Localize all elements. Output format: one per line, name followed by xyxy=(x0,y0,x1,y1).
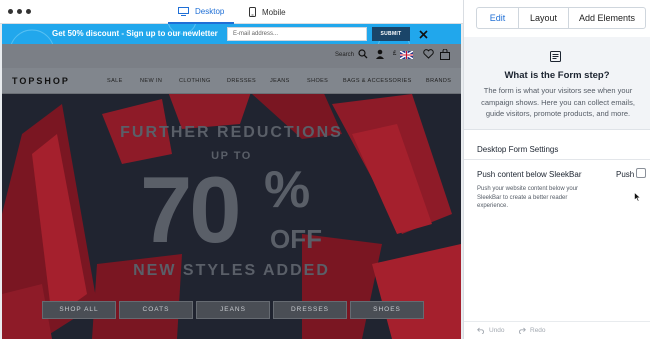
device-toolbar: Desktop Mobile xyxy=(0,0,463,24)
redo-icon xyxy=(519,327,526,334)
uk-flag-icon[interactable] xyxy=(400,51,413,59)
redo-label: Redo xyxy=(530,327,546,334)
tab-layout[interactable]: Layout xyxy=(519,8,569,28)
currency-label[interactable]: £ xyxy=(393,51,396,57)
nav-item-shoes[interactable]: SHOES xyxy=(307,78,328,84)
email-field[interactable]: E-mail address... xyxy=(227,27,367,41)
form-icon xyxy=(550,51,561,62)
topshop-logo[interactable]: TOPSHOP xyxy=(12,76,70,86)
tab-mobile-label: Mobile xyxy=(262,7,286,17)
undo-icon xyxy=(477,327,484,334)
sleekbar[interactable]: Get 50% discount - Sign up to our newlet… xyxy=(2,24,461,44)
shopping-bag-icon[interactable] xyxy=(440,49,450,60)
site-search-label: Search xyxy=(335,52,355,58)
mouse-cursor-icon xyxy=(634,192,641,202)
wishlist-heart-icon[interactable] xyxy=(423,49,434,59)
nav-item-brands[interactable]: BRANDS xyxy=(426,78,451,84)
undo-button[interactable]: Undo xyxy=(477,327,505,334)
push-checkbox-label[interactable]: Push xyxy=(616,170,634,179)
tab-add-elements[interactable]: Add Elements xyxy=(569,8,645,28)
nav-item-jeans[interactable]: JEANS xyxy=(270,78,290,84)
category-button-jeans[interactable]: JEANS xyxy=(196,301,270,319)
submit-button[interactable]: SUBMIT xyxy=(372,27,410,41)
site-preview: Get 50% discount - Sign up to our newlet… xyxy=(2,24,461,339)
hero-percent-value: 70 xyxy=(140,157,242,262)
nav-item-sale[interactable]: SALE xyxy=(107,78,123,84)
close-icon[interactable] xyxy=(416,27,430,41)
category-button-shoes[interactable]: SHOES xyxy=(350,301,424,319)
category-button-coats[interactable]: COATS xyxy=(119,301,193,319)
editor-app: Desktop Mobile Get 50% discount - Sign u… xyxy=(0,0,650,339)
hero-banner[interactable]: FURTHER REDUCTIONS UP TO 70 % OFF NEW ST… xyxy=(2,94,461,339)
redo-button[interactable]: Redo xyxy=(518,327,546,334)
settings-section-title: Desktop Form Settings xyxy=(477,145,559,154)
settings-panel: Edit Layout Add Elements What is the For… xyxy=(463,0,650,339)
site-header: Search £ xyxy=(2,44,461,68)
push-checkbox[interactable] xyxy=(636,168,646,178)
info-text: The form is what your visitors see when … xyxy=(481,86,635,118)
sleekbar-message: Get 50% discount - Sign up to our newlet… xyxy=(52,29,218,38)
category-button-shop-all[interactable]: SHOP ALL xyxy=(42,301,116,319)
nav-item-bags-accessories[interactable]: BAGS & ACCESSORIES xyxy=(343,78,412,84)
hero-line-reductions: FURTHER REDUCTIONS xyxy=(120,124,343,141)
nav-item-new-in[interactable]: NEW IN xyxy=(140,78,162,84)
footer-divider xyxy=(464,321,650,322)
tab-mobile[interactable]: Mobile xyxy=(249,0,286,24)
account-icon[interactable] xyxy=(375,49,385,59)
tab-desktop[interactable]: Desktop xyxy=(168,0,235,24)
hero-off: OFF xyxy=(270,224,322,254)
desktop-icon xyxy=(178,6,189,16)
hero-percent-sign: % xyxy=(264,161,311,219)
mobile-icon xyxy=(249,7,256,17)
nav-item-clothing[interactable]: CLOTHING xyxy=(179,78,211,84)
panel-tabs: Edit Layout Add Elements xyxy=(476,7,646,29)
site-nav: TOPSHOP SALE NEW IN CLOTHING DRESSES JEA… xyxy=(2,68,461,94)
window-menu-icon[interactable] xyxy=(8,9,31,14)
info-title: What is the Form step? xyxy=(504,70,610,81)
tab-edit[interactable]: Edit xyxy=(477,8,519,28)
form-step-info: What is the Form step? The form is what … xyxy=(464,37,650,130)
nav-item-dresses[interactable]: DRESSES xyxy=(227,78,256,84)
push-content-label: Push content below SleekBar xyxy=(477,170,582,179)
push-description: Push your website content below your Sle… xyxy=(477,186,579,209)
divider xyxy=(464,159,650,160)
undo-label: Undo xyxy=(489,327,505,334)
search-icon[interactable] xyxy=(358,49,368,59)
category-button-dresses[interactable]: DRESSES xyxy=(273,301,347,319)
tab-desktop-label: Desktop xyxy=(195,6,225,16)
hero-line-new-styles: NEW STYLES ADDED xyxy=(133,262,330,279)
